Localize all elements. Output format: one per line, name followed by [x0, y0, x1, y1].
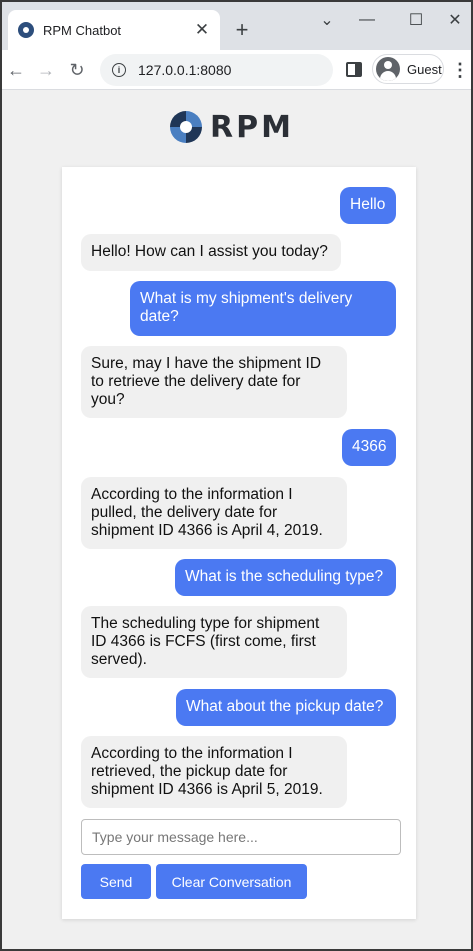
rpm-logo-mark-icon — [170, 111, 202, 143]
tab-search-chevron-icon[interactable]: ⌄ — [307, 6, 347, 34]
user-message: What is my shipment's delivery date? — [130, 281, 396, 336]
message-input[interactable] — [81, 819, 401, 855]
rpm-logo-text: RPM — [210, 109, 294, 145]
browser-toolbar: ← → ↻ i 127.0.0.1:8080 Guest ⋮ — [2, 50, 471, 90]
user-message: What is the scheduling type? — [175, 559, 396, 596]
rpm-favicon-icon — [18, 22, 34, 38]
user-message: What about the pickup date? — [176, 689, 396, 726]
browser-window: RPM Chatbot ✕ + ⌄ — ☐ ✕ ← → ↻ i 127.0.0.… — [0, 0, 473, 951]
maximize-button[interactable]: ☐ — [396, 6, 436, 34]
clear-conversation-button[interactable]: Clear Conversation — [156, 864, 307, 899]
side-panel-icon[interactable] — [346, 62, 362, 77]
forward-button[interactable]: → — [32, 56, 60, 84]
bot-message: According to the information I retrieved… — [81, 736, 347, 808]
profile-button[interactable]: Guest — [372, 54, 444, 84]
tab-strip: RPM Chatbot ✕ + ⌄ — ☐ ✕ — [2, 2, 471, 50]
tab-close-icon[interactable]: ✕ — [190, 18, 214, 42]
browser-menu-icon[interactable]: ⋮ — [451, 58, 469, 82]
close-window-button[interactable]: ✕ — [435, 6, 471, 34]
site-info-icon[interactable]: i — [112, 63, 126, 77]
tab-rpm-chatbot[interactable]: RPM Chatbot ✕ — [8, 10, 220, 50]
rpm-logo: RPM — [170, 109, 294, 145]
url-text[interactable]: 127.0.0.1:8080 — [138, 62, 231, 78]
bot-message: Hello! How can I assist you today? — [81, 234, 341, 271]
reload-button[interactable]: ↻ — [63, 56, 91, 84]
user-message: 4366 — [342, 429, 396, 466]
send-button[interactable]: Send — [81, 864, 151, 899]
back-button[interactable]: ← — [2, 56, 30, 84]
user-message: Hello — [340, 187, 396, 224]
minimize-button[interactable]: — — [347, 6, 387, 34]
profile-label: Guest — [407, 61, 442, 77]
bot-message: According to the information I pulled, t… — [81, 477, 347, 549]
address-bar[interactable]: i 127.0.0.1:8080 — [100, 54, 333, 86]
tab-title: RPM Chatbot — [43, 22, 122, 38]
guest-avatar-icon — [376, 57, 400, 81]
new-tab-button[interactable]: + — [228, 16, 256, 44]
bot-message: Sure, may I have the shipment ID to retr… — [81, 346, 347, 418]
bot-message: The scheduling type for shipment ID 4366… — [81, 606, 347, 678]
